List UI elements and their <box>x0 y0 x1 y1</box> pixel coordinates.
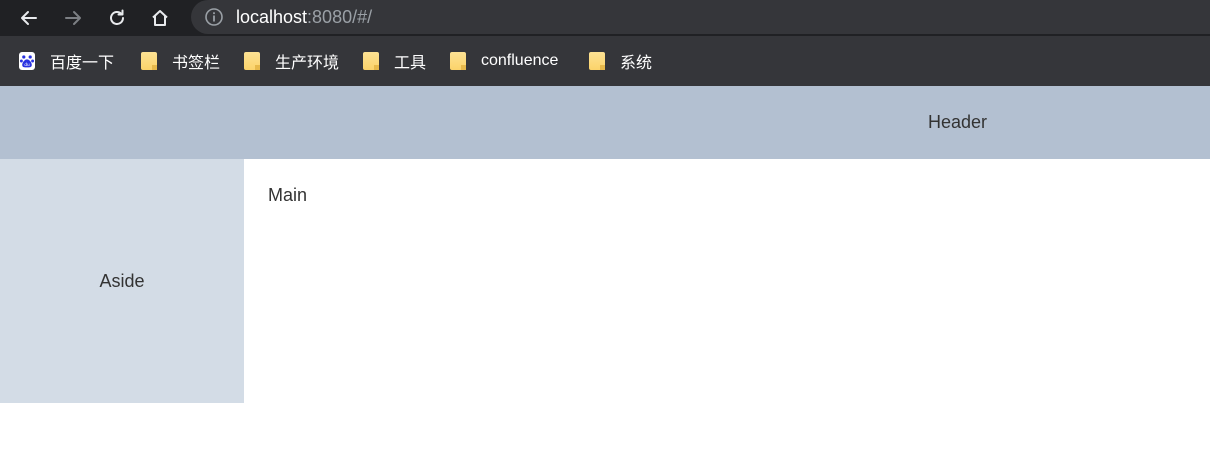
bookmark-label: 书签栏 <box>172 55 221 72</box>
layout-main: Main <box>244 159 1210 403</box>
bookmark-folder[interactable]: 书签栏 <box>141 50 220 72</box>
svg-text:du: du <box>24 62 30 68</box>
folder-icon <box>141 52 157 70</box>
address-bar[interactable]: localhost:8080/#/ <box>191 0 1210 34</box>
bookmark-label: 生产环境 <box>275 55 340 72</box>
bookmark-folder[interactable]: 生产环境 <box>244 50 339 72</box>
url-text[interactable]: localhost:8080/#/ <box>236 7 372 28</box>
browser-toolbar: localhost:8080/#/ <box>0 0 1210 36</box>
reload-icon <box>110 9 124 25</box>
bookmark-label: 百度一下 <box>50 55 115 72</box>
bookmarks-bar: du 百度一下 书签栏 生产环境 工具 confluence 系统 <box>0 36 1210 86</box>
bookmark-folder[interactable]: 工具 <box>363 50 426 72</box>
main-text: Main <box>268 185 308 205</box>
bookmark-label: 系统 <box>620 55 653 72</box>
layout-header: Header <box>0 86 1210 159</box>
url-path: :8080/#/ <box>307 6 373 27</box>
home-icon <box>152 10 168 26</box>
back-button[interactable] <box>16 5 42 31</box>
baidu-icon: du <box>19 52 35 70</box>
folder-icon <box>450 52 466 70</box>
forward-button[interactable] <box>60 5 86 31</box>
aside-text: Aside <box>99 270 145 291</box>
header-text: Header <box>928 112 988 132</box>
home-button[interactable] <box>147 5 173 31</box>
info-icon[interactable] <box>204 7 224 27</box>
folder-icon <box>589 52 605 70</box>
bookmark-baidu[interactable]: du 百度一下 <box>19 50 114 72</box>
bookmark-folder[interactable]: 系统 <box>589 50 652 72</box>
back-arrow-icon <box>21 11 37 25</box>
folder-icon <box>244 52 260 70</box>
reload-button[interactable] <box>104 5 130 31</box>
bookmark-label: confluence <box>481 52 559 69</box>
forward-arrow-icon <box>65 11 81 25</box>
app-container: Header Aside Main <box>0 86 1210 467</box>
bookmark-label: 工具 <box>394 55 427 72</box>
layout-aside: Aside <box>0 159 244 403</box>
folder-icon <box>363 52 379 70</box>
bookmark-folder[interactable]: confluence <box>450 50 558 72</box>
url-host: localhost <box>236 6 308 27</box>
